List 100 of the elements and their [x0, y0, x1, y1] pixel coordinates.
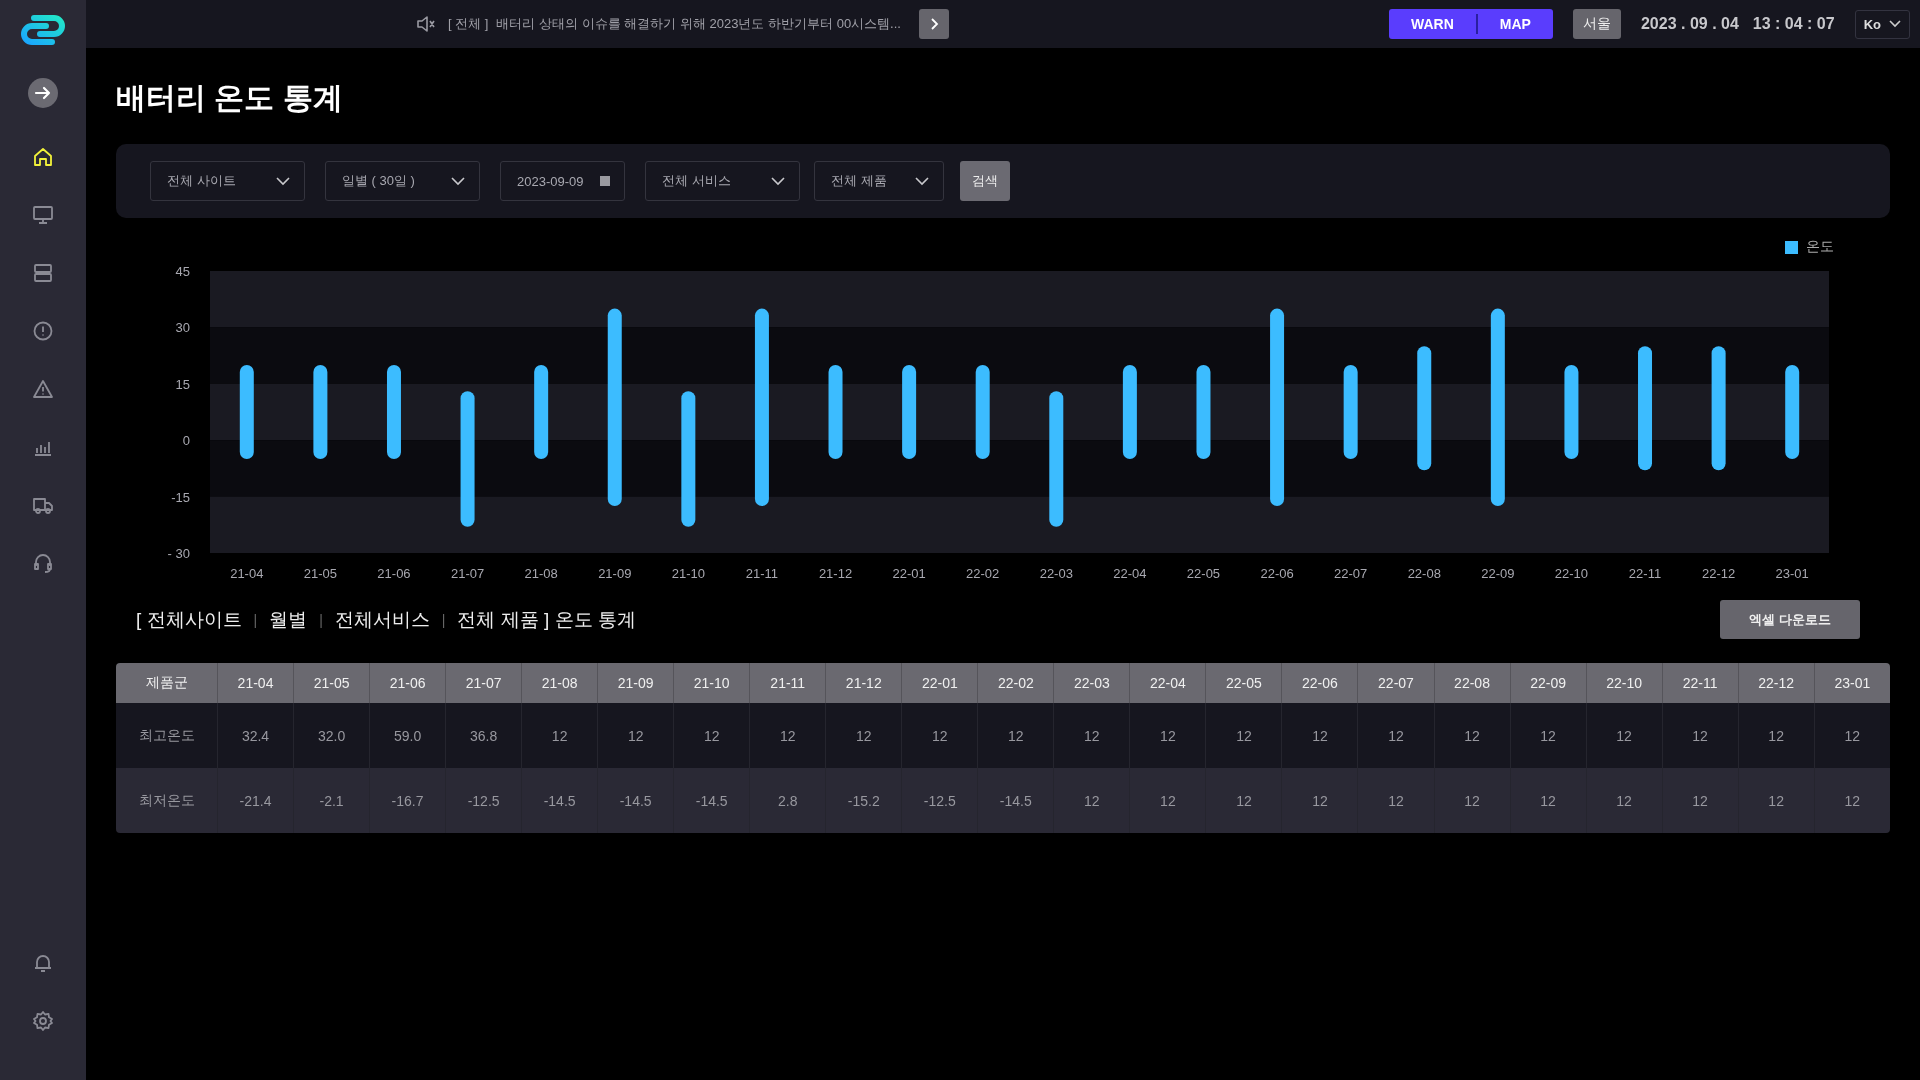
chevron-down-icon: [276, 176, 290, 186]
column-header: 22-12: [1737, 663, 1814, 703]
table-cell: 12: [901, 703, 978, 768]
settings-icon[interactable]: [32, 1010, 54, 1032]
table-cell: -14.5: [597, 768, 674, 833]
column-header: 22-09: [1509, 663, 1586, 703]
y-axis-label: - 30: [167, 546, 190, 561]
table-cell: 12: [1053, 768, 1130, 833]
table-cell: 12: [1813, 703, 1890, 768]
separator: |: [253, 611, 258, 628]
column-header: 22-11: [1661, 663, 1738, 703]
server-icon[interactable]: [32, 262, 54, 284]
table-cell: 12: [1281, 703, 1358, 768]
search-button[interactable]: 검색: [960, 161, 1010, 201]
table-cell: -16.7: [369, 768, 446, 833]
x-axis-label: 22-12: [1702, 566, 1736, 581]
page-title: 배터리 온도 통계: [116, 80, 344, 116]
column-header: 22-02: [977, 663, 1054, 703]
summary-text: 전체 제품 ] 온도 통계: [457, 607, 636, 632]
x-axis-label: 22-01: [892, 566, 926, 581]
column-header: 21-06: [369, 663, 446, 703]
table-cell: -14.5: [521, 768, 598, 833]
summary-text: 월별: [269, 607, 308, 632]
home-icon[interactable]: [32, 146, 54, 168]
chevron-down-icon: [915, 176, 929, 186]
time-text: 13 : 04 : 07: [1752, 15, 1835, 33]
bell-icon[interactable]: [32, 952, 54, 974]
x-axis-label: 22-06: [1260, 566, 1294, 581]
date-field[interactable]: 2023-09-09: [500, 161, 625, 201]
logo-icon: [20, 14, 66, 46]
excel-download-button[interactable]: 엑셀 다운로드: [1720, 600, 1860, 639]
alert-icon[interactable]: [32, 320, 54, 342]
table-cell: 12: [1433, 703, 1510, 768]
table-cell: 12: [1053, 703, 1130, 768]
y-axis-label: 45: [175, 264, 190, 279]
table-cell: 12: [673, 703, 750, 768]
column-header: 21-07: [445, 663, 522, 703]
summary-text: 전체서비스: [334, 607, 430, 632]
summary-text: [ 전체사이트: [136, 607, 242, 632]
warning-icon[interactable]: [32, 378, 54, 400]
x-axis-label: 22-10: [1554, 566, 1589, 581]
chevron-down-icon: [1889, 20, 1901, 28]
table-cell: -12.5: [901, 768, 978, 833]
table-cell: 2.8: [749, 768, 826, 833]
table-cell: 12: [977, 703, 1054, 768]
table-cell: 12: [1129, 703, 1206, 768]
table-cell: 12: [1357, 768, 1434, 833]
table-cell: 12: [1509, 768, 1586, 833]
chevron-down-icon: [451, 176, 465, 186]
chevron-right-icon: [928, 17, 939, 31]
legend-swatch: [1785, 240, 1798, 254]
notice-tag: [ 전체 ]: [448, 15, 489, 33]
calendar-icon: [600, 176, 610, 186]
column-header: 22-01: [901, 663, 978, 703]
filter-dropdown[interactable]: 전체 서비스: [645, 161, 800, 201]
table-cell: 59.0: [369, 703, 446, 768]
legend-label: 온도: [1806, 238, 1834, 256]
table-cell: 12: [1585, 703, 1662, 768]
table-cell: -21.4: [217, 768, 294, 833]
x-axis-label: 22-07: [1334, 566, 1368, 581]
table-cell: 12: [597, 703, 674, 768]
x-axis-label: 22-05: [1186, 566, 1221, 581]
column-header: 22-10: [1585, 663, 1662, 703]
filter-dropdown[interactable]: 전체 사이트: [150, 161, 305, 201]
y-axis-label: 0: [182, 433, 190, 449]
separator: |: [319, 611, 323, 628]
table-cell: 12: [1129, 768, 1206, 833]
x-axis-label: 23-01: [1775, 566, 1809, 581]
mode-button[interactable]: MAP: [1475, 14, 1553, 34]
headset-icon[interactable]: [32, 552, 54, 574]
filter-dropdown[interactable]: 일별 ( 30일 ): [325, 161, 480, 201]
language-dropdown[interactable]: Ko: [1854, 9, 1910, 39]
filter-dropdown[interactable]: 전체 제품: [814, 161, 944, 201]
column-header: 21-08: [521, 663, 598, 703]
table-cell: 12: [1585, 768, 1662, 833]
column-header: 23-01: [1813, 663, 1890, 703]
table-cell: 12: [521, 703, 598, 768]
column-header: 22-04: [1129, 663, 1206, 703]
x-axis-label: 21-09: [598, 566, 632, 581]
table-cell: 12: [1661, 768, 1738, 833]
column-header: 22-05: [1205, 663, 1282, 703]
notice-text: 배터리 상태의 이슈를 해결하기 위해 2023년도 하반기부터 00시스템...: [496, 15, 901, 33]
table-cell: -12.5: [445, 768, 522, 833]
column-header: 22-06: [1281, 663, 1358, 703]
row-header: 최저온도: [116, 768, 217, 833]
x-axis-label: 22-04: [1113, 566, 1147, 581]
column-header: 21-11: [749, 663, 826, 703]
table-cell: 36.8: [445, 703, 522, 768]
column-header: 22-07: [1357, 663, 1434, 703]
mode-button[interactable]: WARN: [1389, 14, 1476, 34]
next-notice-button[interactable]: [918, 9, 949, 39]
x-axis-label: 21-04: [230, 566, 264, 581]
monitor-icon[interactable]: [32, 204, 54, 226]
table-cell: 12: [1205, 768, 1282, 833]
table-cell: -14.5: [977, 768, 1054, 833]
column-header: 22-08: [1433, 663, 1510, 703]
column-header: 21-09: [597, 663, 674, 703]
x-axis-label: 21-06: [377, 566, 411, 581]
table-cell: 12: [1661, 703, 1738, 768]
table-cell: 12: [1281, 768, 1358, 833]
